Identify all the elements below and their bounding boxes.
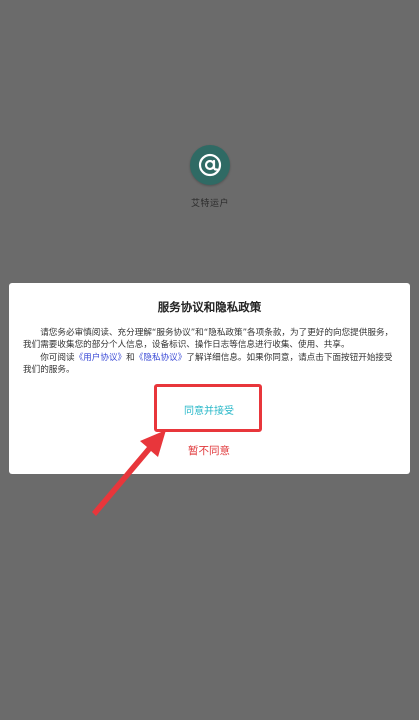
app-icon	[190, 145, 230, 185]
privacy-dialog: 服务协议和隐私政策 请您务必审慎阅读、充分理解“服务协议”和“隐私政策”各项条款…	[9, 283, 410, 474]
links-prefix-text: 你可阅读	[40, 353, 75, 363]
dialog-paragraph-terms: 请您务必审慎阅读、充分理解“服务协议”和“隐私政策”各项条款，为了更好的向您提供…	[23, 328, 394, 350]
dialog-body: 请您务必审慎阅读、充分理解“服务协议”和“隐私政策”各项条款，为了更好的向您提供…	[23, 327, 397, 376]
decline-button[interactable]: 暂不同意	[169, 441, 249, 459]
at-sign-icon	[198, 153, 222, 177]
links-and-text: 和	[126, 353, 135, 363]
app-name: 艾特运户	[190, 199, 229, 209]
user-agreement-link[interactable]: 《用户协议》	[75, 353, 127, 363]
dialog-paragraph-links: 你可阅读《用户协议》和《隐私协议》了解详细信息。如果你同意，请点击下面按钮开始接…	[23, 352, 397, 376]
privacy-policy-link[interactable]: 《隐私协议》	[135, 353, 187, 363]
dialog-title: 服务协议和隐私政策	[157, 300, 262, 314]
agree-button[interactable]: 同意并接受	[169, 399, 249, 419]
